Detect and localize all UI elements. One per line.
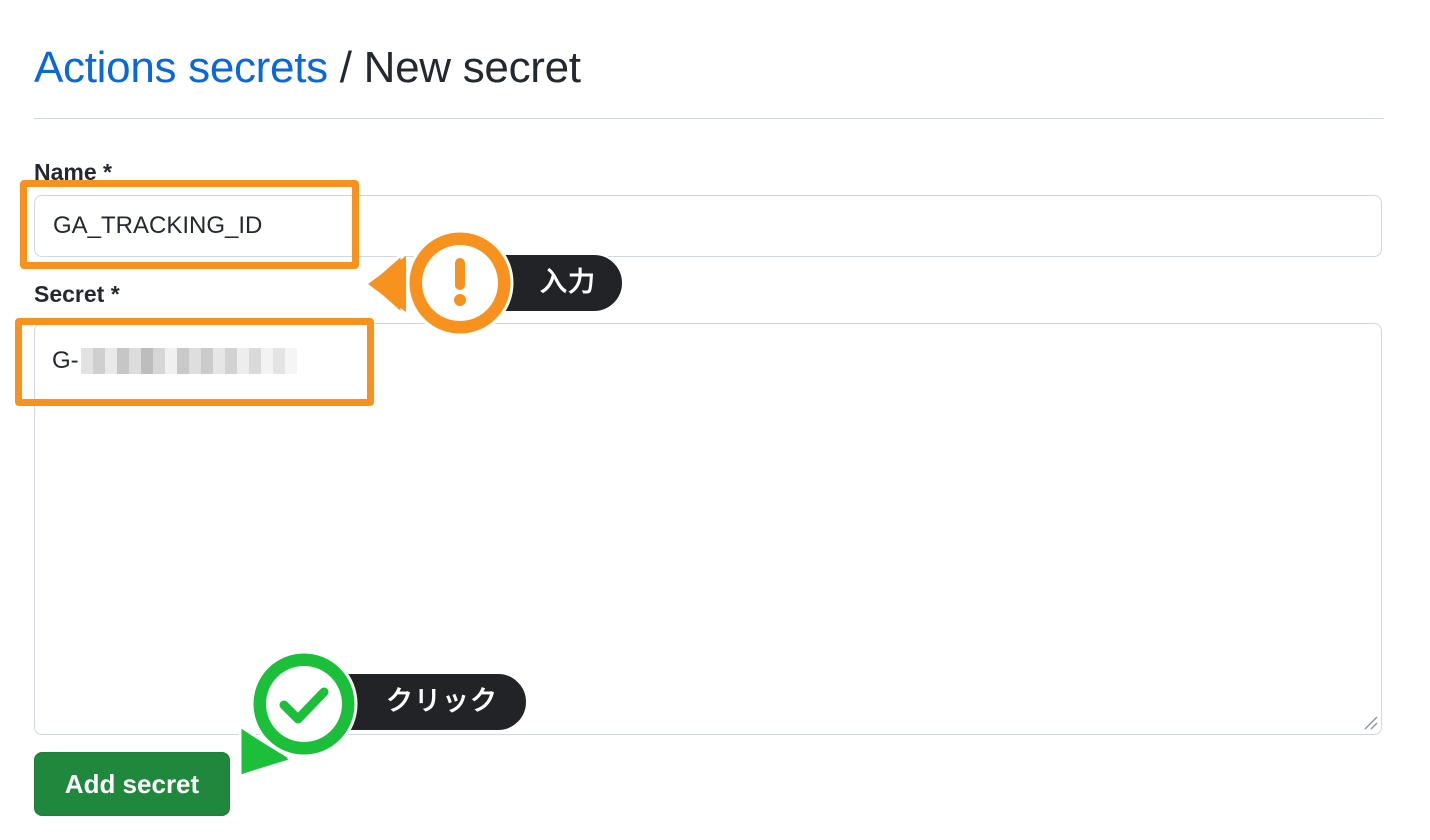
breadcrumb-separator: /	[339, 43, 352, 92]
header-divider	[34, 118, 1384, 119]
secret-label: Secret *	[34, 281, 120, 307]
add-secret-button[interactable]: Add secret	[34, 752, 230, 816]
secret-highlight-box	[15, 318, 374, 406]
breadcrumb-actions-secrets-link[interactable]: Actions secrets	[34, 43, 328, 92]
breadcrumb-current: New secret	[363, 43, 581, 92]
exclamation-icon	[366, 229, 514, 337]
page-title: Actions secrets / New secret	[34, 40, 581, 96]
name-highlight-box	[20, 180, 359, 269]
resize-handle-icon[interactable]	[1362, 714, 1378, 730]
checkmark-icon	[238, 650, 358, 778]
